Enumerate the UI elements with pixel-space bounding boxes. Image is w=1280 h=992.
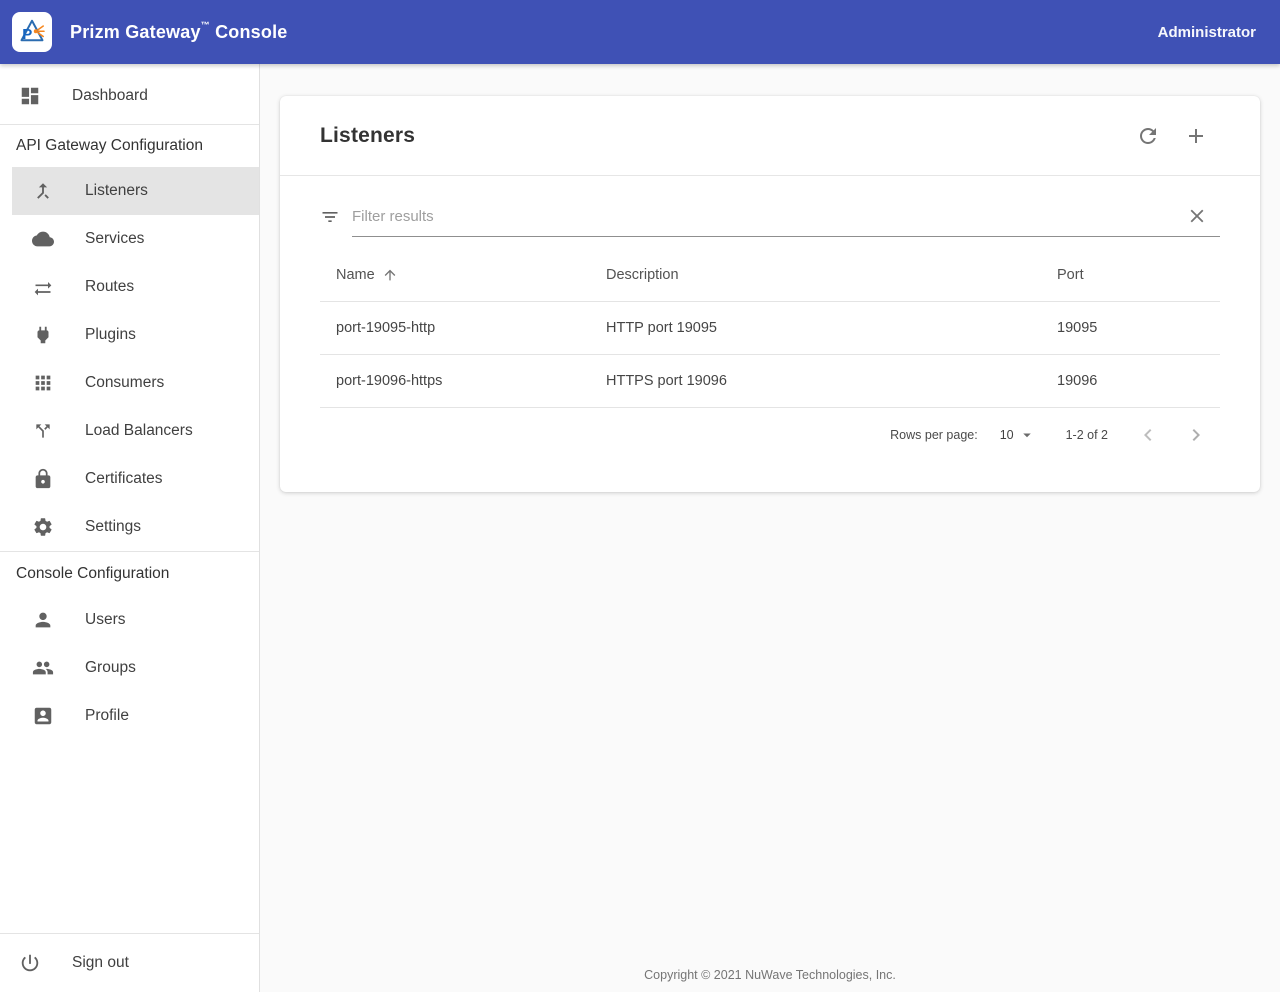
rows-per-page-value: 10 <box>1000 428 1014 442</box>
sidebar-item-label: Routes <box>85 278 134 296</box>
sidebar-item-label: Settings <box>85 518 141 536</box>
copyright-notice: Copyright © 2021 NuWave Technologies, In… <box>260 968 1280 982</box>
add-listener-button[interactable] <box>1184 124 1208 148</box>
column-header-description[interactable]: Description <box>606 267 1057 283</box>
app-bar: P Prizm Gateway™ Console Administrator <box>0 0 1280 64</box>
cell-port: 19096 <box>1057 373 1220 389</box>
section-title-console-config: Console Configuration <box>0 552 259 596</box>
plug-icon <box>31 323 55 347</box>
cell-port: 19095 <box>1057 320 1220 336</box>
plus-icon <box>1184 124 1208 148</box>
contact-card-icon <box>31 704 55 728</box>
sidebar-item-load-balancers[interactable]: Load Balancers <box>0 407 259 455</box>
sidebar-item-consumers[interactable]: Consumers <box>0 359 259 407</box>
rows-per-page-select[interactable]: 10 <box>1000 426 1036 444</box>
lock-icon <box>31 467 55 491</box>
listeners-card: Listeners <box>280 96 1260 492</box>
cell-name: port-19096-https <box>336 373 606 389</box>
swap-arrows-icon <box>31 275 55 299</box>
chevron-down-icon <box>1018 426 1036 444</box>
people-icon <box>31 656 55 680</box>
app-title: Prizm Gateway™ Console <box>70 22 287 43</box>
clear-filter-button[interactable] <box>1185 204 1209 228</box>
sidebar-item-label: Groups <box>85 659 136 677</box>
pagination-range-label: 1-2 of 2 <box>1066 428 1108 442</box>
person-icon <box>31 608 55 632</box>
table-header-row: Name Description Port <box>320 249 1220 302</box>
sidebar-item-groups[interactable]: Groups <box>0 644 259 692</box>
next-page-button[interactable] <box>1184 423 1208 447</box>
sidebar-item-dashboard[interactable]: Dashboard <box>0 68 259 124</box>
sidebar-item-label: Dashboard <box>72 87 148 105</box>
sidebar-item-label: Profile <box>85 707 129 725</box>
sidebar-item-label: Load Balancers <box>85 422 193 440</box>
sidebar-item-listeners[interactable]: Listeners <box>12 167 259 215</box>
sidebar-item-label: Listeners <box>85 182 148 200</box>
sidebar-item-services[interactable]: Services <box>0 215 259 263</box>
sidebar-item-label: Plugins <box>85 326 136 344</box>
cell-description: HTTPS port 19096 <box>606 373 1057 389</box>
rows-per-page-label: Rows per page: <box>890 428 978 442</box>
sign-out-button[interactable]: Sign out <box>0 933 259 992</box>
filter-input[interactable] <box>352 208 1185 225</box>
column-header-name[interactable]: Name <box>336 267 606 283</box>
listeners-table: Name Description Port port-19095-http HT… <box>320 249 1220 408</box>
cloud-icon <box>31 227 55 251</box>
call-merge-icon <box>31 179 55 203</box>
sidebar-item-users[interactable]: Users <box>0 596 259 644</box>
cell-name: port-19095-http <box>336 320 606 336</box>
gear-icon <box>31 515 55 539</box>
sidebar-item-label: Consumers <box>85 374 164 392</box>
cell-description: HTTP port 19095 <box>606 320 1057 336</box>
page-title: Listeners <box>320 124 415 148</box>
close-icon <box>1186 205 1208 227</box>
card-header: Listeners <box>280 96 1260 176</box>
dashboard-icon <box>18 84 42 108</box>
pagination-bar: Rows per page: 10 1-2 of 2 <box>280 408 1260 462</box>
sign-out-label: Sign out <box>72 954 129 972</box>
filter-field <box>352 196 1220 237</box>
filter-icon <box>320 207 340 227</box>
sidebar-item-routes[interactable]: Routes <box>0 263 259 311</box>
table-row[interactable]: port-19096-https HTTPS port 19096 19096 <box>320 355 1220 408</box>
chevron-left-icon <box>1136 423 1160 447</box>
sidebar-item-certificates[interactable]: Certificates <box>0 455 259 503</box>
main-content: Listeners <box>260 64 1280 992</box>
previous-page-button[interactable] <box>1136 423 1160 447</box>
call-split-icon <box>31 419 55 443</box>
sidebar-nav: Dashboard API Gateway Configuration List… <box>0 64 260 992</box>
trademark-symbol: ™ <box>201 20 210 30</box>
sort-ascending-icon <box>382 267 398 283</box>
table-row[interactable]: port-19095-http HTTP port 19095 19095 <box>320 302 1220 355</box>
sidebar-item-profile[interactable]: Profile <box>0 692 259 740</box>
sidebar-item-settings[interactable]: Settings <box>0 503 259 551</box>
prizm-prism-logo-icon: P <box>12 12 52 52</box>
refresh-button[interactable] <box>1136 124 1160 148</box>
svg-text:P: P <box>22 26 32 43</box>
column-header-port[interactable]: Port <box>1057 267 1220 283</box>
apps-grid-icon <box>31 371 55 395</box>
section-title-api-gateway: API Gateway Configuration <box>0 125 259 167</box>
sidebar-item-label: Services <box>85 230 144 248</box>
power-icon <box>18 951 42 975</box>
filter-bar <box>320 196 1220 237</box>
current-user-label[interactable]: Administrator <box>1158 24 1256 41</box>
sidebar-item-label: Users <box>85 611 125 629</box>
refresh-icon <box>1136 124 1160 148</box>
chevron-right-icon <box>1184 423 1208 447</box>
sidebar-item-label: Certificates <box>85 470 163 488</box>
sidebar-item-plugins[interactable]: Plugins <box>0 311 259 359</box>
